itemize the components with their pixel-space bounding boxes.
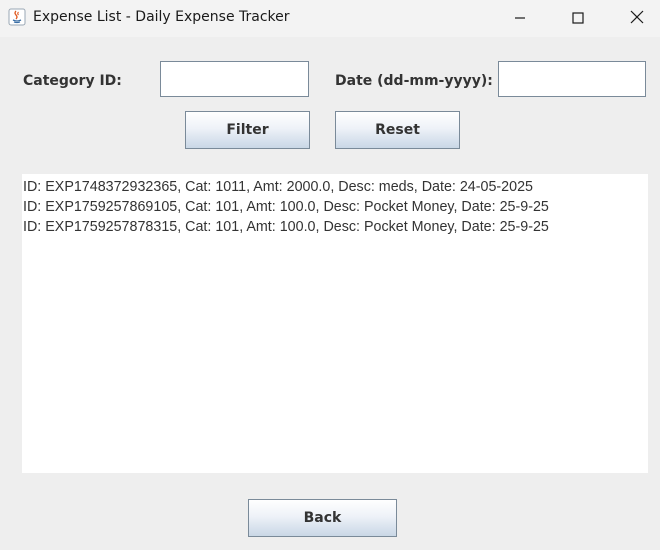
minimize-icon [514,9,526,28]
close-icon [630,9,644,28]
filter-button[interactable]: Filter [185,111,310,149]
expense-list[interactable]: ID: EXP1748372932365, Cat: 1011, Amt: 20… [22,174,648,473]
back-button[interactable]: Back [248,499,397,537]
date-label: Date (dd-mm-yyyy): [335,73,493,89]
category-id-input[interactable] [160,61,309,97]
list-item[interactable]: ID: EXP1759257878315, Cat: 101, Amt: 100… [23,217,648,237]
title-bar: Expense List - Daily Expense Tracker [0,0,660,37]
window-title: Expense List - Daily Expense Tracker [33,9,290,25]
minimize-button[interactable] [497,0,543,37]
maximize-button[interactable] [555,0,601,37]
maximize-icon [572,9,584,28]
list-item[interactable]: ID: EXP1759257869105, Cat: 101, Amt: 100… [23,197,648,217]
expense-list-window: Expense List - Daily Expense Tracker Cat… [0,0,660,550]
category-id-label: Category ID: [23,73,122,89]
close-button[interactable] [614,0,660,37]
reset-button[interactable]: Reset [335,111,460,149]
date-input[interactable] [498,61,646,97]
java-icon [8,8,26,26]
list-item[interactable]: ID: EXP1748372932365, Cat: 1011, Amt: 20… [23,177,648,197]
